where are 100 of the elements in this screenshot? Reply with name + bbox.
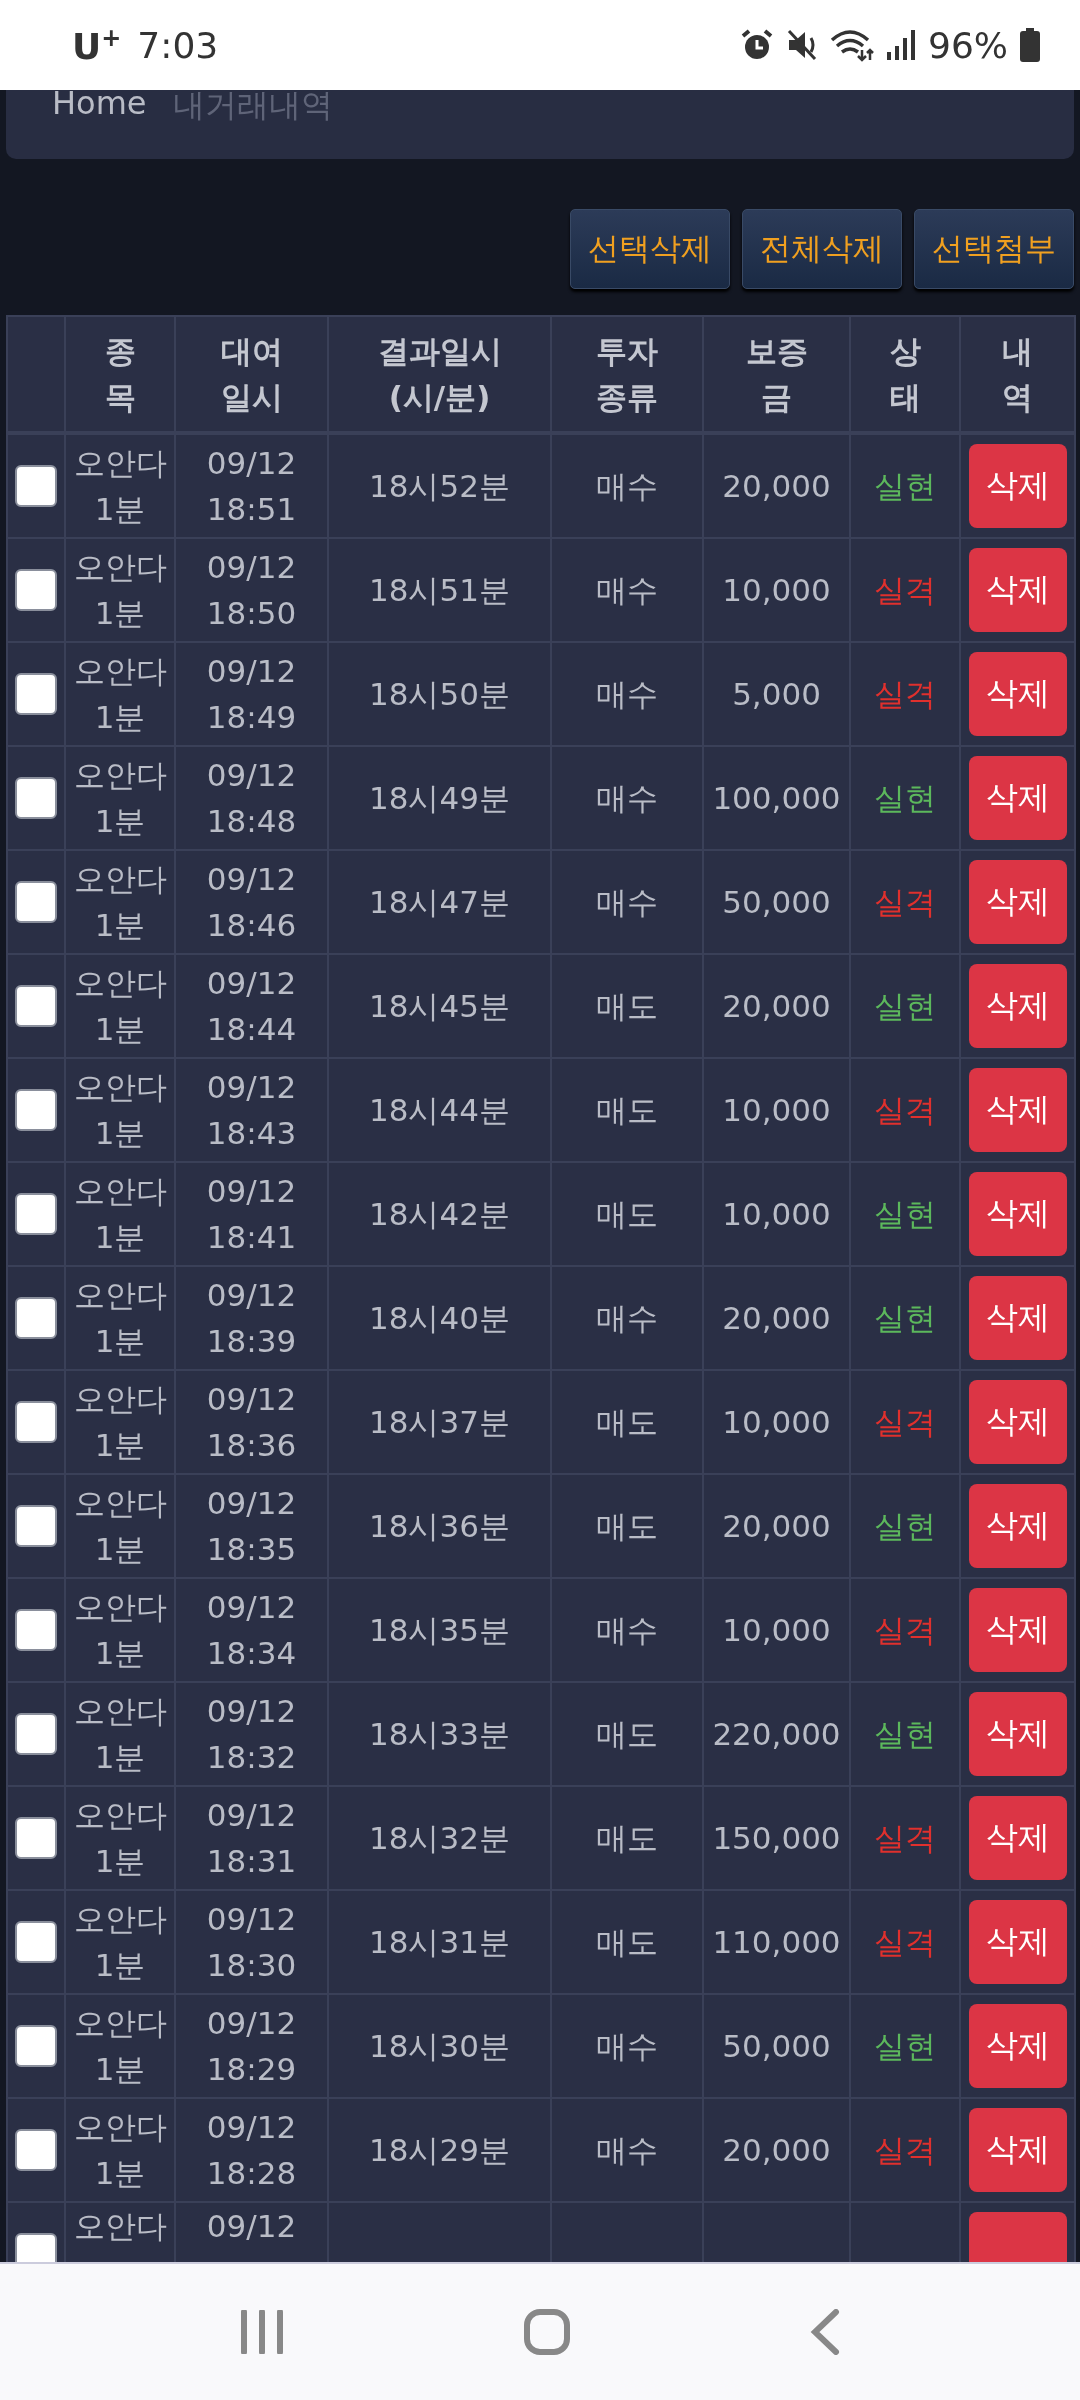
row-checkbox[interactable] [15,569,57,611]
type-cell: 매도 [551,1474,703,1578]
recent-apps-icon[interactable] [240,2310,284,2354]
status-cell: 실격 [850,538,960,642]
row-checkbox[interactable] [15,1817,57,1859]
column-header: 종 목 [65,316,175,433]
result-time-cell: 18시51분 [328,538,551,642]
battery-icon [1020,28,1040,62]
delete-button[interactable]: 삭제 [968,1692,1067,1776]
amount-cell: 20,000 [703,2098,850,2202]
action-button[interactable]: 전체삭제 [742,209,902,289]
type-cell: 매도 [551,954,703,1058]
row-checkbox[interactable] [15,465,57,507]
status-cell: 실현 [850,1682,960,1786]
item-cell: 오안다 1분 [65,1058,175,1162]
row-checkbox[interactable] [15,1713,57,1755]
row-checkbox[interactable] [15,881,57,923]
row-checkbox[interactable] [15,1297,57,1339]
delete-button[interactable]: 삭제 [968,548,1067,632]
row-checkbox[interactable] [15,1089,57,1131]
column-header: 상 태 [850,316,960,433]
home-link[interactable]: Home [52,90,147,122]
result-time-cell: 18시52분 [328,433,551,538]
date-cell: 09/12 18:28 [175,2098,328,2202]
type-cell: 매도 [551,1786,703,1890]
type-cell: 매수 [551,746,703,850]
column-header: 대여 일시 [175,316,328,433]
amount-cell: 100,000 [703,746,850,850]
signal-icon [886,28,916,62]
row-checkbox[interactable] [15,1921,57,1963]
type-cell: 매수 [551,2098,703,2202]
date-cell: 09/12 18:51 [175,433,328,538]
item-cell: 오안다 1분 [65,1162,175,1266]
home-icon[interactable] [524,2309,570,2355]
row-checkbox[interactable] [15,985,57,1027]
row-checkbox[interactable] [15,1505,57,1547]
date-cell: 09/12 18:44 [175,954,328,1058]
row-checkbox[interactable] [15,777,57,819]
amount-cell: 20,000 [703,1474,850,1578]
result-time-cell: 18시44분 [328,1058,551,1162]
status-cell: 실격 [850,850,960,954]
delete-button[interactable]: 삭제 [968,1172,1067,1256]
row-checkbox[interactable] [15,673,57,715]
item-cell: 오안다 1분 [65,433,175,538]
item-cell: 오안다 1분 [65,1786,175,1890]
type-cell: 매수 [551,1994,703,2098]
item-cell: 오안다 1분 [65,1266,175,1370]
delete-button[interactable]: 삭제 [968,1068,1067,1152]
delete-button[interactable]: 삭제 [968,444,1067,528]
status-cell: 실현 [850,1266,960,1370]
item-cell: 오안다 1분 [65,954,175,1058]
amount-cell: 220,000 [703,1682,850,1786]
clock-time: 7:03 [137,24,219,66]
amount-cell: 50,000 [703,850,850,954]
status-cell: 실격 [850,1370,960,1474]
delete-button[interactable]: 삭제 [968,860,1067,944]
row-checkbox[interactable] [15,2025,57,2067]
type-cell: 매수 [551,538,703,642]
column-header: 결과일시 (시/분) [328,316,551,433]
delete-button[interactable]: 삭제 [968,1276,1067,1360]
delete-button[interactable]: 삭제 [968,2004,1067,2088]
date-cell: 09/12 18:43 [175,1058,328,1162]
delete-button[interactable]: 삭제 [968,1900,1067,1984]
delete-button[interactable]: 삭제 [968,964,1067,1048]
battery-percent: 96% [928,24,1008,66]
date-cell: 09/12 18:32 [175,1682,328,1786]
back-icon[interactable] [810,2309,840,2355]
row-checkbox[interactable] [15,1401,57,1443]
action-button[interactable]: 선택첨부 [914,209,1074,289]
delete-button[interactable]: 삭제 [968,1380,1067,1464]
status-cell: 실격 [850,642,960,746]
result-time-cell: 18시29분 [328,2098,551,2202]
result-time-cell: 18시42분 [328,1162,551,1266]
amount-cell: 20,000 [703,1266,850,1370]
amount-cell: 150,000 [703,1786,850,1890]
item-cell: 오안다 1분 [65,538,175,642]
item-cell: 오안다 1분 [65,2098,175,2202]
delete-button[interactable]: 삭제 [968,2108,1067,2192]
type-cell: 매수 [551,642,703,746]
result-time-cell: 18시40분 [328,1266,551,1370]
result-time-cell: 18시35분 [328,1578,551,1682]
row-checkbox[interactable] [15,2129,57,2171]
delete-button[interactable]: 삭제 [968,756,1067,840]
amount-cell: 10,000 [703,1578,850,1682]
row-checkbox[interactable] [15,1609,57,1651]
type-cell: 매도 [551,1890,703,1994]
row-checkbox[interactable] [15,1193,57,1235]
delete-button[interactable]: 삭제 [968,652,1067,736]
amount-cell: 10,000 [703,1162,850,1266]
column-header: 투자 종류 [551,316,703,433]
result-time-cell: 18시32분 [328,1786,551,1890]
result-time-cell: 18시37분 [328,1370,551,1474]
date-cell: 09/12 18:41 [175,1162,328,1266]
wifi-icon [830,28,874,62]
delete-button[interactable]: 삭제 [968,1588,1067,1672]
type-cell: 매수 [551,1266,703,1370]
delete-button[interactable]: 삭제 [968,1796,1067,1880]
delete-button[interactable]: 삭제 [968,1484,1067,1568]
date-cell: 09/12 18:35 [175,1474,328,1578]
action-button[interactable]: 선택삭제 [570,209,730,289]
